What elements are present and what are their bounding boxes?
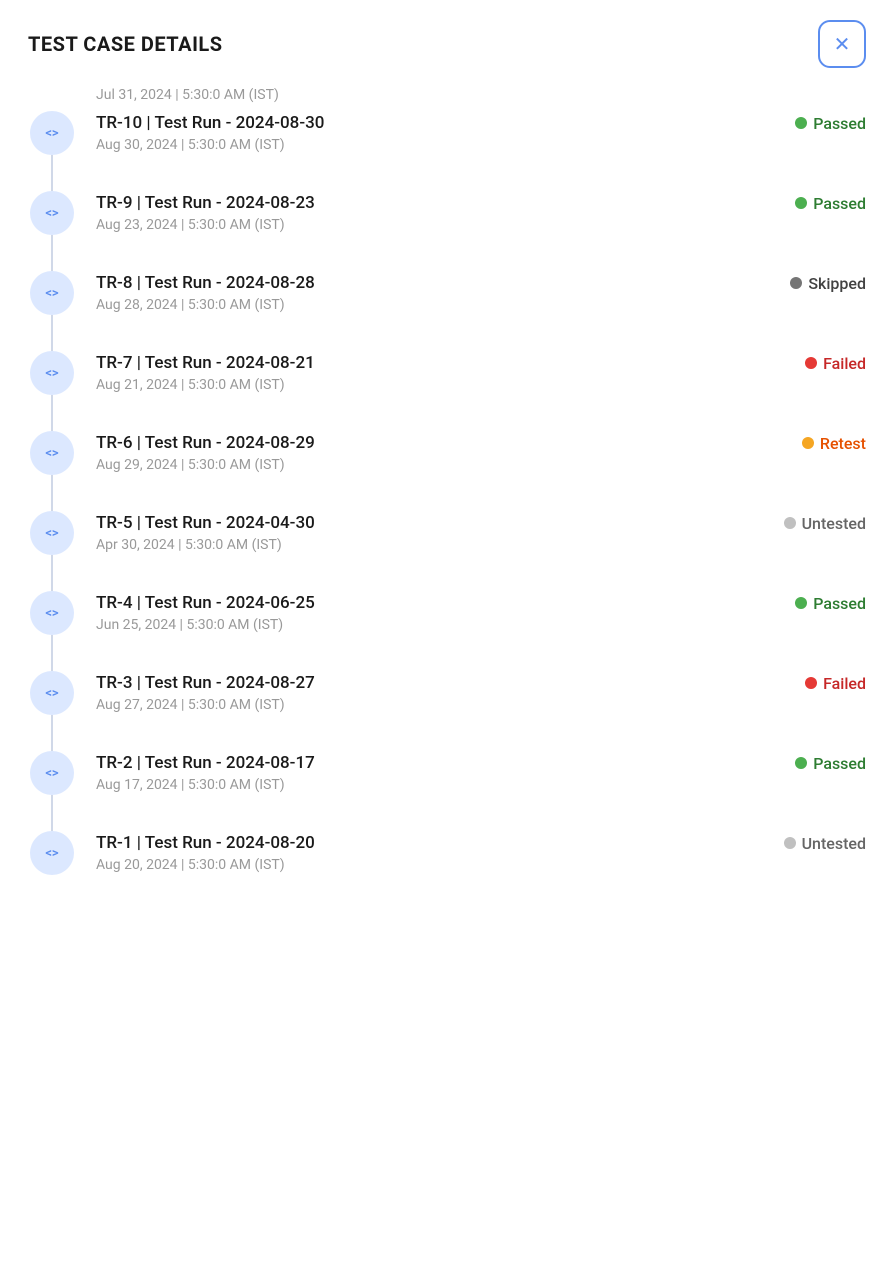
timeline-connector xyxy=(51,315,53,351)
item-date: Aug 30, 2024 | 5:30:0 AM (IST) xyxy=(96,137,866,153)
list-item: <> TR-9 | Test Run - 2024-08-23 Passed Aug … xyxy=(28,191,866,271)
item-date: Aug 29, 2024 | 5:30:0 AM (IST) xyxy=(96,457,866,473)
item-date: Aug 27, 2024 | 5:30:0 AM (IST) xyxy=(96,697,866,713)
item-date: Aug 17, 2024 | 5:30:0 AM (IST) xyxy=(96,777,866,793)
test-run-icon[interactable]: <> xyxy=(30,831,74,875)
item-title: TR-3 | Test Run - 2024-08-27 xyxy=(96,673,315,693)
list-item: <> TR-10 | Test Run - 2024-08-30 Passed Aug… xyxy=(28,111,866,191)
test-run-icon[interactable]: <> xyxy=(30,271,74,315)
status-text: Retest xyxy=(820,434,866,453)
timeline-connector xyxy=(51,635,53,671)
timeline-connector xyxy=(51,795,53,831)
list-item: <> TR-3 | Test Run - 2024-08-27 Failed Aug … xyxy=(28,671,866,751)
status-dot xyxy=(795,117,807,129)
item-title: TR-10 | Test Run - 2024-08-30 xyxy=(96,113,324,133)
status-badge: Passed xyxy=(795,114,866,133)
list-item: <> TR-8 | Test Run - 2024-08-28 Skipped Aug… xyxy=(28,271,866,351)
list-item: <> TR-5 | Test Run - 2024-04-30 Untested Ap… xyxy=(28,511,866,591)
item-date: Jun 25, 2024 | 5:30:0 AM (IST) xyxy=(96,617,866,633)
timeline: <> TR-10 | Test Run - 2024-08-30 Passed Aug… xyxy=(28,111,866,875)
page-container: TEST CASE DETAILS ✕ Jul 31, 2024 | 5:30:… xyxy=(0,0,894,1274)
status-dot xyxy=(795,197,807,209)
timeline-connector xyxy=(51,235,53,271)
status-text: Untested xyxy=(802,514,866,533)
status-badge: Passed xyxy=(795,194,866,213)
status-text: Failed xyxy=(823,354,866,373)
list-item: <> TR-2 | Test Run - 2024-08-17 Passed Aug … xyxy=(28,751,866,831)
test-run-icon[interactable]: <> xyxy=(30,191,74,235)
status-text: Passed xyxy=(813,754,866,773)
status-dot xyxy=(790,277,802,289)
status-dot xyxy=(802,437,814,449)
item-title: TR-2 | Test Run - 2024-08-17 xyxy=(96,753,315,773)
timeline-connector xyxy=(51,715,53,751)
timeline-connector xyxy=(51,395,53,431)
timeline-connector xyxy=(51,155,53,191)
test-run-icon[interactable]: <> xyxy=(30,591,74,635)
test-run-icon[interactable]: <> xyxy=(30,671,74,715)
status-dot xyxy=(805,677,817,689)
item-title: TR-5 | Test Run - 2024-04-30 xyxy=(96,513,315,533)
close-button[interactable]: ✕ xyxy=(818,20,866,68)
status-badge: Passed xyxy=(795,594,866,613)
item-title: TR-9 | Test Run - 2024-08-23 xyxy=(96,193,315,213)
status-text: Passed xyxy=(813,114,866,133)
status-dot xyxy=(784,517,796,529)
status-badge: Untested xyxy=(784,514,866,533)
item-title: TR-4 | Test Run - 2024-06-25 xyxy=(96,593,315,613)
status-text: Untested xyxy=(802,834,866,853)
scroll-area: Jul 31, 2024 | 5:30:0 AM (IST) <> TR-10 |… xyxy=(0,84,894,903)
status-text: Passed xyxy=(813,594,866,613)
item-date: Aug 21, 2024 | 5:30:0 AM (IST) xyxy=(96,377,866,393)
item-title: TR-7 | Test Run - 2024-08-21 xyxy=(96,353,315,373)
test-run-icon[interactable]: <> xyxy=(30,111,74,155)
test-run-icon[interactable]: <> xyxy=(30,511,74,555)
item-date: Apr 30, 2024 | 5:30:0 AM (IST) xyxy=(96,537,866,553)
status-badge: Retest xyxy=(802,434,866,453)
status-badge: Untested xyxy=(784,834,866,853)
item-title: TR-1 | Test Run - 2024-08-20 xyxy=(96,833,315,853)
item-date: Aug 28, 2024 | 5:30:0 AM (IST) xyxy=(96,297,866,313)
status-text: Skipped xyxy=(808,274,866,293)
status-dot xyxy=(795,757,807,769)
status-text: Passed xyxy=(813,194,866,213)
status-text: Failed xyxy=(823,674,866,693)
status-badge: Failed xyxy=(805,354,866,373)
list-item: <> TR-1 | Test Run - 2024-08-20 Untested Au… xyxy=(28,831,866,875)
status-badge: Passed xyxy=(795,754,866,773)
truncated-date: Jul 31, 2024 | 5:30:0 AM (IST) xyxy=(96,87,279,103)
timeline-connector xyxy=(51,475,53,511)
test-run-icon[interactable]: <> xyxy=(30,431,74,475)
item-date: Aug 23, 2024 | 5:30:0 AM (IST) xyxy=(96,217,866,233)
item-date: Aug 20, 2024 | 5:30:0 AM (IST) xyxy=(96,857,866,873)
test-run-icon[interactable]: <> xyxy=(30,751,74,795)
test-run-icon[interactable]: <> xyxy=(30,351,74,395)
status-dot xyxy=(795,597,807,609)
list-item: <> TR-6 | Test Run - 2024-08-29 Retest Aug … xyxy=(28,431,866,511)
page-title: TEST CASE DETAILS xyxy=(28,32,223,56)
status-badge: Skipped xyxy=(790,274,866,293)
close-icon: ✕ xyxy=(834,32,851,57)
status-dot xyxy=(805,357,817,369)
status-badge: Failed xyxy=(805,674,866,693)
timeline-connector xyxy=(51,555,53,591)
item-title: TR-6 | Test Run - 2024-08-29 xyxy=(96,433,315,453)
header: TEST CASE DETAILS ✕ xyxy=(0,0,894,84)
list-item: <> TR-4 | Test Run - 2024-06-25 Passed Jun … xyxy=(28,591,866,671)
list-item: <> TR-7 | Test Run - 2024-08-21 Failed Aug … xyxy=(28,351,866,431)
item-title: TR-8 | Test Run - 2024-08-28 xyxy=(96,273,315,293)
status-dot xyxy=(784,837,796,849)
